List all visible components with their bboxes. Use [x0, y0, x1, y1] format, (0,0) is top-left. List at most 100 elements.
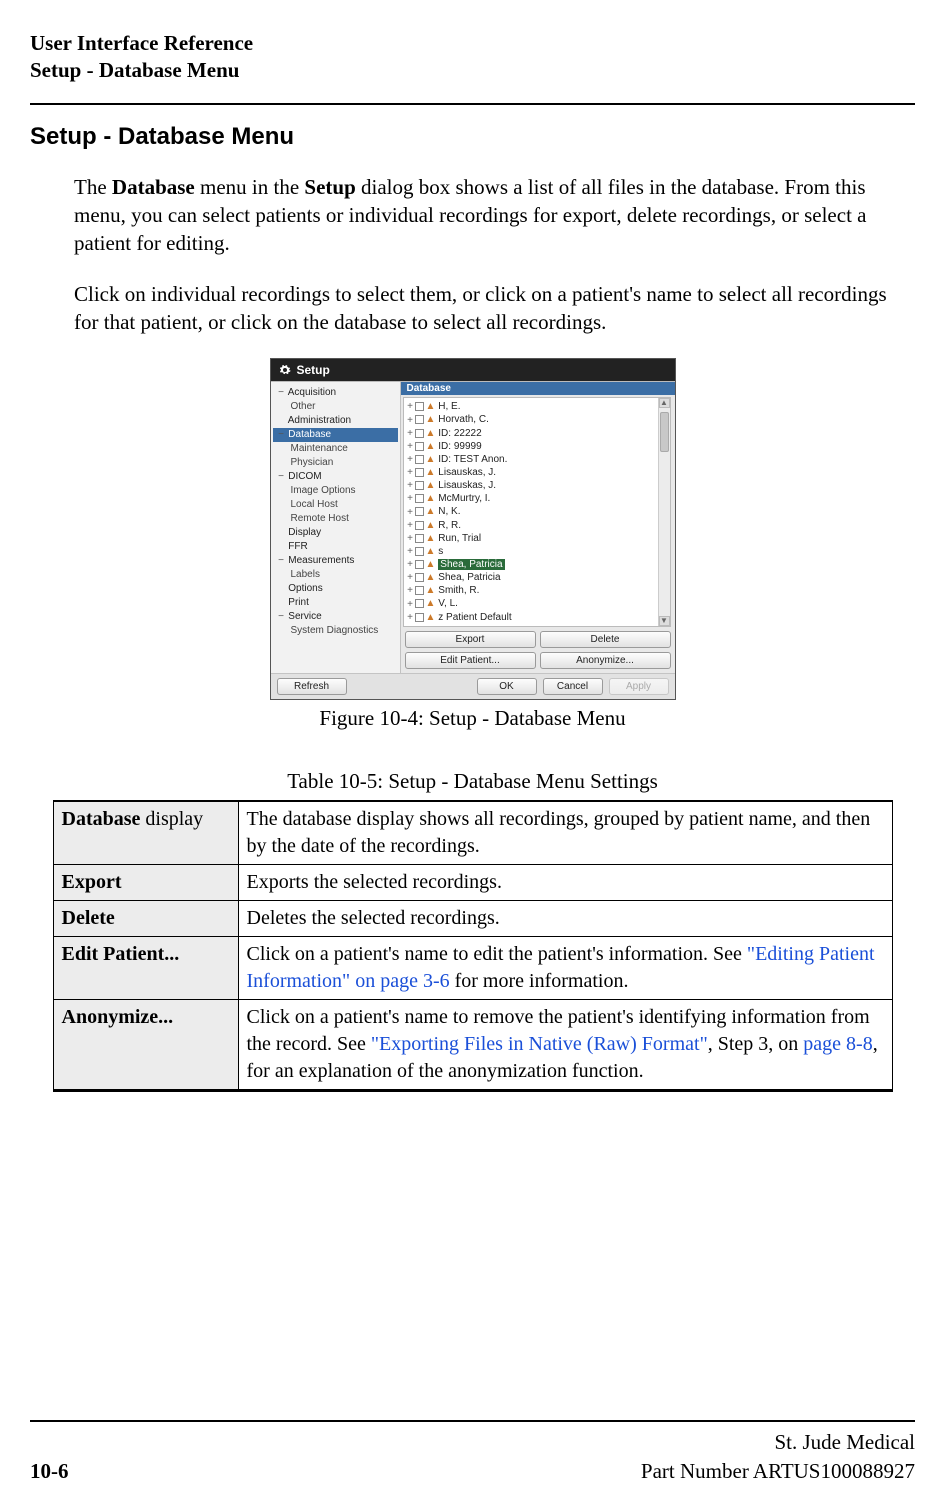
expand-toggle-icon[interactable]: −: [277, 470, 286, 484]
patient-row[interactable]: +▲ H, E.: [406, 400, 668, 413]
nav-item[interactable]: − Acquisition: [273, 386, 398, 400]
nav-item-label: Local Host: [291, 499, 338, 510]
expand-toggle-icon[interactable]: −: [277, 428, 286, 442]
patient-row[interactable]: +▲ ID: 99999: [406, 440, 668, 453]
patient-row[interactable]: +▲ s: [406, 545, 668, 558]
patient-row[interactable]: +▲ Run, Trial: [406, 532, 668, 545]
patient-row[interactable]: +▲ Lisauskas, J.: [406, 479, 668, 492]
expand-plus-icon[interactable]: +: [406, 584, 415, 597]
patient-row[interactable]: +▲ R, R.: [406, 519, 668, 532]
patient-row[interactable]: +▲ Shea, Patricia: [406, 558, 668, 571]
expand-plus-icon[interactable]: +: [406, 466, 415, 479]
nav-item[interactable]: System Diagnostics: [273, 624, 398, 638]
nav-item[interactable]: Local Host: [273, 498, 398, 512]
xref-link[interactable]: page 8-8: [803, 1033, 872, 1055]
nav-item[interactable]: FFR: [273, 540, 398, 554]
patient-checkbox[interactable]: [415, 560, 424, 569]
table-row: Export Exports the selected recordings.: [53, 864, 892, 900]
setup-nav-tree[interactable]: − AcquisitionOther Administration − Datab…: [271, 382, 401, 672]
ok-button[interactable]: OK: [477, 678, 537, 695]
patient-list[interactable]: +▲ H, E.+▲ Horvath, C.+▲ ID: 22222+▲ ID:…: [403, 397, 671, 626]
nav-item[interactable]: Labels: [273, 568, 398, 582]
patient-checkbox[interactable]: [415, 613, 424, 622]
nav-item[interactable]: − Service: [273, 610, 398, 624]
nav-item[interactable]: Options: [273, 582, 398, 596]
patient-checkbox[interactable]: [415, 468, 424, 477]
expand-plus-icon[interactable]: +: [406, 558, 415, 571]
patient-checkbox[interactable]: [415, 547, 424, 556]
expand-plus-icon[interactable]: +: [406, 611, 415, 624]
patient-row[interactable]: +▲ ID: TEST Anon.: [406, 453, 668, 466]
nav-item[interactable]: Display: [273, 526, 398, 540]
expand-toggle-icon[interactable]: −: [277, 554, 286, 568]
nav-item[interactable]: Remote Host: [273, 512, 398, 526]
patient-checkbox[interactable]: [415, 507, 424, 516]
scroll-down-arrow-icon[interactable]: ▼: [659, 616, 670, 626]
patient-row[interactable]: +▲ z Patient Default: [406, 611, 668, 624]
setting-desc: The database display shows all recording…: [238, 801, 892, 865]
expand-plus-icon[interactable]: +: [406, 440, 415, 453]
nav-item[interactable]: Other: [273, 400, 398, 414]
patient-name: Shea, Patricia: [438, 572, 500, 583]
patient-checkbox[interactable]: [415, 415, 424, 424]
patient-list-scrollbar[interactable]: ▲ ▼: [658, 398, 670, 625]
expand-plus-icon[interactable]: +: [406, 492, 415, 505]
patient-checkbox[interactable]: [415, 442, 424, 451]
patient-name: Lisauskas, J.: [438, 467, 496, 478]
patient-row[interactable]: + ▲ Lisauskas, J.: [406, 466, 668, 479]
edit-patient-button[interactable]: Edit Patient...: [405, 652, 536, 669]
nav-item[interactable]: − Database: [273, 428, 398, 442]
patient-checkbox[interactable]: [415, 521, 424, 530]
patient-checkbox[interactable]: [415, 402, 424, 411]
figure-caption: Figure 10-4: Setup - Database Menu: [30, 706, 915, 731]
scroll-thumb[interactable]: [660, 412, 669, 452]
expand-plus-icon[interactable]: +: [406, 519, 415, 532]
patient-row[interactable]: +▲ V, L.: [406, 597, 668, 610]
patient-icon: ▲: [426, 519, 436, 532]
patient-row[interactable]: +▲ ID: 22222: [406, 427, 668, 440]
nav-item[interactable]: Maintenance: [273, 442, 398, 456]
patient-row[interactable]: +▲ Horvath, C.: [406, 413, 668, 426]
patient-row[interactable]: +▲ Shea, Patricia: [406, 571, 668, 584]
refresh-button[interactable]: Refresh: [277, 678, 347, 695]
expand-toggle-icon[interactable]: −: [277, 610, 286, 624]
patient-checkbox[interactable]: [415, 534, 424, 543]
xref-link[interactable]: "Exporting Files in Native (Raw) Format": [371, 1033, 708, 1055]
expand-plus-icon[interactable]: +: [406, 479, 415, 492]
nav-item[interactable]: − DICOM: [273, 470, 398, 484]
patient-row[interactable]: +▲ Smith, R.: [406, 584, 668, 597]
patient-row[interactable]: +▲ N, K.: [406, 505, 668, 518]
expand-plus-icon[interactable]: +: [406, 532, 415, 545]
expand-plus-icon[interactable]: +: [406, 427, 415, 440]
patient-checkbox[interactable]: [415, 494, 424, 503]
dialog-titlebar[interactable]: Setup: [271, 359, 675, 381]
patient-checkbox[interactable]: [415, 599, 424, 608]
patient-checkbox[interactable]: [415, 573, 424, 582]
nav-item[interactable]: Image Options: [273, 484, 398, 498]
anonymize-button[interactable]: Anonymize...: [540, 652, 671, 669]
export-button[interactable]: Export: [405, 631, 536, 648]
nav-item[interactable]: Print: [273, 596, 398, 610]
nav-item[interactable]: Physician: [273, 456, 398, 470]
expand-plus-icon[interactable]: +: [406, 414, 415, 427]
expand-plus-icon[interactable]: +: [406, 506, 415, 519]
expand-plus-icon[interactable]: +: [406, 545, 415, 558]
expand-plus-icon[interactable]: +: [406, 400, 415, 413]
cancel-button[interactable]: Cancel: [543, 678, 603, 695]
nav-item-label: Administration: [288, 415, 351, 426]
patient-checkbox[interactable]: [415, 481, 424, 490]
patient-icon: ▲: [426, 466, 436, 479]
expand-plus-icon[interactable]: +: [406, 571, 415, 584]
patient-checkbox[interactable]: [415, 455, 424, 464]
patient-checkbox[interactable]: [415, 586, 424, 595]
expand-toggle-icon[interactable]: −: [277, 386, 286, 400]
expand-plus-icon[interactable]: +: [406, 453, 415, 466]
scroll-up-arrow-icon[interactable]: ▲: [659, 398, 670, 408]
expand-plus-icon[interactable]: +: [406, 598, 415, 611]
delete-button[interactable]: Delete: [540, 631, 671, 648]
patient-checkbox[interactable]: [415, 429, 424, 438]
patient-row[interactable]: +▲ McMurtry, I.: [406, 492, 668, 505]
nav-item-label: Service: [288, 611, 321, 622]
nav-item[interactable]: Administration: [273, 414, 398, 428]
nav-item[interactable]: − Measurements: [273, 554, 398, 568]
